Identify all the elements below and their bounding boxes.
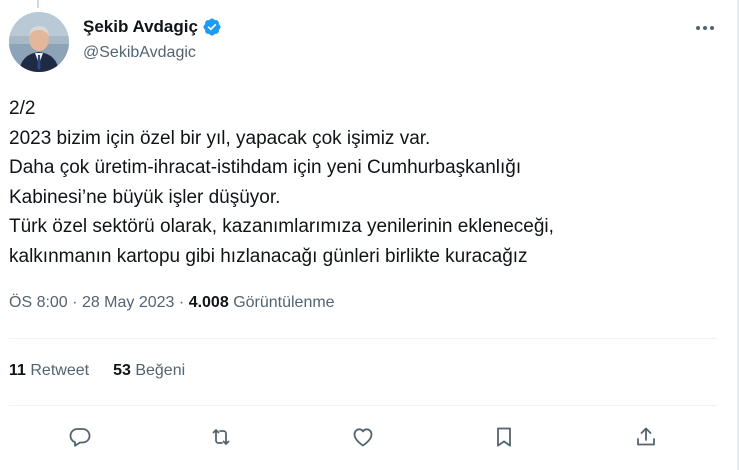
tweet-text-line: kalkınmanın kartopu gibi hızlanacağı gün… bbox=[9, 245, 528, 267]
tweet-stats: 11 Retweet 53 Beğeni bbox=[9, 362, 185, 380]
tweet-actions bbox=[0, 420, 739, 452]
retweets-count: 11 bbox=[9, 362, 26, 379]
divider bbox=[9, 338, 717, 339]
author-handle[interactable]: @SekibAvdagic bbox=[83, 44, 196, 62]
reply-button[interactable] bbox=[65, 422, 95, 452]
heart-icon bbox=[353, 428, 373, 447]
like-button[interactable] bbox=[348, 422, 378, 452]
tweet-date[interactable]: 28 May 2023 bbox=[82, 294, 175, 311]
tweet-text-line: Türk özel sektörü olarak, kazanımlarımız… bbox=[9, 216, 554, 237]
more-options-button[interactable] bbox=[688, 17, 722, 39]
tweet-card: Şekib Avdagiç @SekibAvdagic 2/2 2023 biz… bbox=[0, 0, 739, 470]
verified-badge-icon bbox=[202, 17, 222, 37]
bookmark-button[interactable] bbox=[489, 422, 519, 452]
tweet-text-line: Kabinesi’ne büyük işler düşüyor. bbox=[9, 186, 281, 208]
tweet-text-line: 2/2 bbox=[9, 98, 36, 119]
avatar[interactable] bbox=[9, 12, 69, 72]
views-count: 4.008 bbox=[188, 294, 229, 311]
author-name-row[interactable]: Şekib Avdagiç bbox=[83, 17, 222, 37]
meta-separator: · bbox=[178, 294, 185, 311]
divider bbox=[9, 405, 717, 406]
tweet-time[interactable]: ÖS 8:00 bbox=[9, 294, 68, 311]
reply-icon bbox=[69, 428, 91, 447]
share-button[interactable] bbox=[631, 422, 661, 452]
more-horizontal-icon bbox=[696, 26, 714, 30]
thread-connector-line bbox=[37, 0, 39, 8]
tweet-text-line: Daha çok üretim-ihracat-istihdam için ye… bbox=[9, 157, 522, 178]
meta-separator: · bbox=[72, 294, 78, 311]
author-display-name[interactable]: Şekib Avdagiç bbox=[83, 17, 198, 37]
retweet-button[interactable] bbox=[206, 422, 236, 452]
views-label: Görüntülenme bbox=[233, 294, 335, 311]
avatar-image bbox=[9, 12, 69, 72]
retweets-stat[interactable]: 11 Retweet bbox=[9, 362, 89, 380]
tweet-text: 2/2 2023 bizim için özel bir yıl, yapaca… bbox=[9, 94, 724, 271]
tweet-meta: ÖS 8:00 · 28 May 2023 · 4.008 Görüntülen… bbox=[9, 294, 335, 312]
likes-label: Beğeni bbox=[135, 362, 186, 379]
bookmark-icon bbox=[497, 427, 511, 447]
share-icon bbox=[637, 427, 655, 446]
likes-count: 53 bbox=[113, 362, 131, 379]
retweets-label: Retweet bbox=[30, 362, 90, 379]
tweet-text-line: 2023 bizim için özel bir yıl, yapacak ço… bbox=[9, 127, 431, 149]
likes-stat[interactable]: 53 Beğeni bbox=[113, 362, 185, 380]
retweet-icon bbox=[212, 429, 230, 445]
